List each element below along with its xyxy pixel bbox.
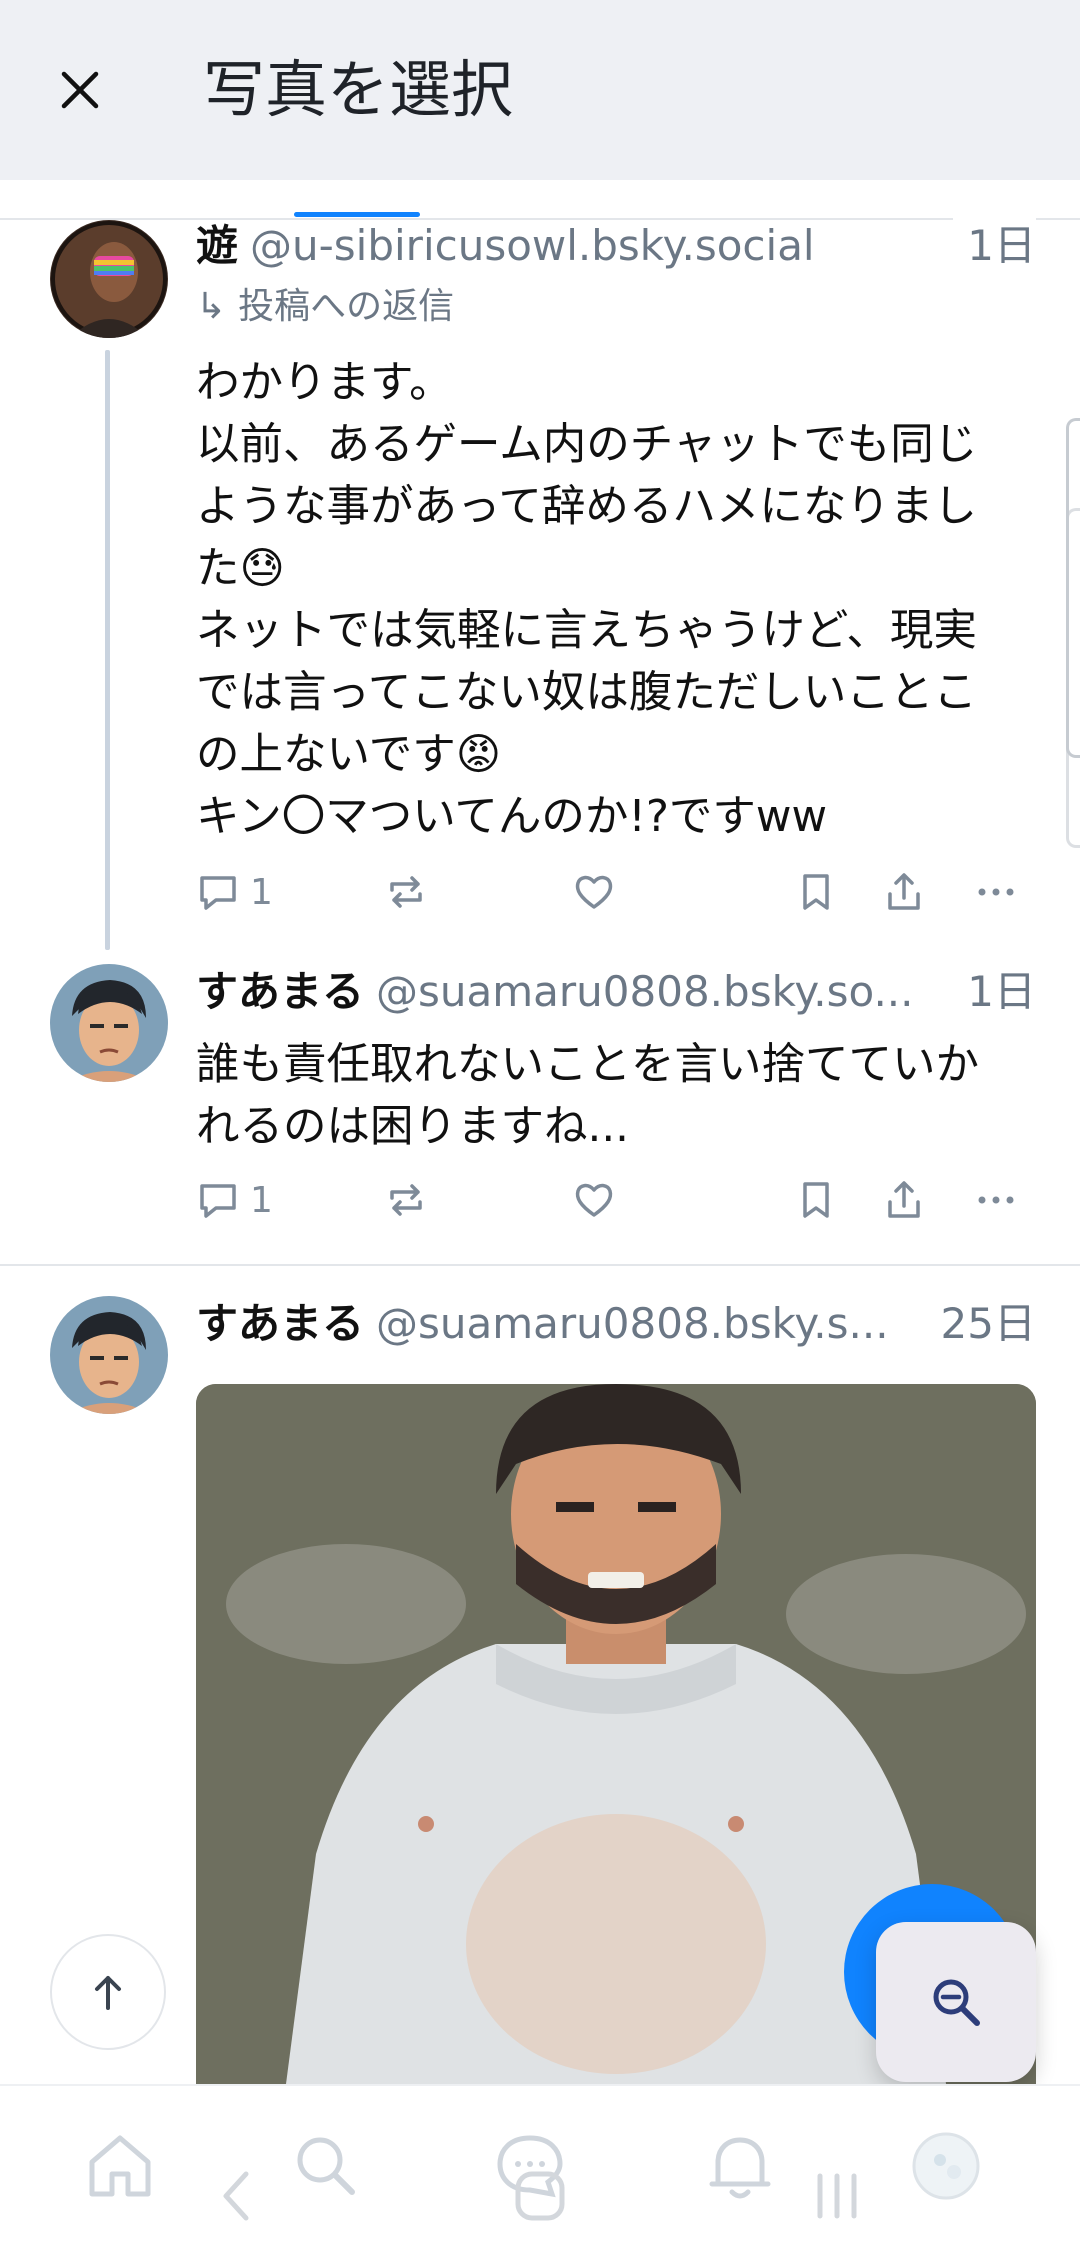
zoom-out-button[interactable] xyxy=(876,1922,1036,2082)
nav-search[interactable] xyxy=(286,2126,366,2206)
post-header: すあまる @suamaru0808.bsky.so... 1日 xyxy=(196,962,1036,1022)
bookmark-icon xyxy=(803,1182,829,1218)
bell-icon xyxy=(709,2137,771,2199)
text-line: た😓 xyxy=(196,544,285,594)
author-handle[interactable]: @u-sibiricusowl.bsky.social xyxy=(250,221,815,270)
heart-icon xyxy=(575,875,613,909)
repost-button[interactable] xyxy=(384,860,428,924)
post-time[interactable]: 1日 xyxy=(953,962,1036,1022)
repost-icon xyxy=(390,876,422,908)
share-icon xyxy=(888,873,920,910)
author-handle[interactable]: @suamaru0808.bsky.so... xyxy=(376,967,914,1016)
nav-notifications[interactable] xyxy=(700,2126,780,2206)
home-pill-icon xyxy=(515,2171,565,2221)
avatar[interactable] xyxy=(50,1296,168,1414)
share-button[interactable] xyxy=(882,1168,926,1232)
system-home-button[interactable] xyxy=(510,2166,570,2226)
system-recents-button[interactable] xyxy=(812,2170,862,2222)
more-icon xyxy=(978,1196,1014,1204)
nav-home[interactable] xyxy=(80,2126,160,2206)
bookmark-icon xyxy=(803,874,829,910)
post-text: わかります。 以前、あるゲーム内のチャットでも同じ ような事があって辞めるハメに… xyxy=(196,352,1036,848)
page-title: 写真を選択 xyxy=(203,53,514,126)
like-button[interactable] xyxy=(572,1168,616,1232)
nav-profile[interactable] xyxy=(906,2126,986,2206)
bookmark-button[interactable] xyxy=(794,860,838,924)
text-line: ネットでは気軽に言えちゃうけど、現実 xyxy=(196,606,977,656)
thread-line xyxy=(105,350,110,950)
profile-avatar xyxy=(912,2132,980,2200)
reply-icon xyxy=(200,1184,236,1218)
close-icon xyxy=(61,71,99,109)
reply-button[interactable]: 1 xyxy=(196,1168,273,1232)
close-button[interactable] xyxy=(40,50,120,130)
post-actions: 1 xyxy=(196,1168,1036,1232)
top-bar: 写真を選択 xyxy=(0,0,1080,180)
author-name[interactable]: 遊 xyxy=(196,221,238,270)
post-text: 誰も責任取れないことを言い捨てていか れるのは困りますね... xyxy=(196,1034,1036,1158)
repost-icon xyxy=(390,1184,422,1216)
author-name[interactable]: すあまる xyxy=(196,967,364,1016)
post-header: 遊 @u-sibiricusowl.bsky.social 1日 xyxy=(196,216,1036,276)
system-back-button[interactable] xyxy=(220,2168,252,2224)
author-name[interactable]: すあまる xyxy=(196,1299,364,1348)
arrow-up-icon xyxy=(95,1976,121,2010)
text-line: 以前、あるゲーム内のチャットでも同じ xyxy=(196,420,978,470)
search-icon xyxy=(297,2137,355,2195)
reply-arrow-icon: ↳ xyxy=(196,286,227,327)
reply-indicator[interactable]: ↳ 投稿への返信 xyxy=(196,282,454,332)
post-time[interactable]: 25日 xyxy=(926,1294,1036,1354)
zoom-out-icon xyxy=(933,1979,980,2026)
text-line: れるのは困りますね... xyxy=(196,1102,629,1152)
share-button[interactable] xyxy=(882,860,926,924)
text-line: キン〇マついてんのか!?ですww xyxy=(196,792,828,842)
home-icon xyxy=(89,2135,151,2197)
reply-button[interactable]: 1 xyxy=(196,860,273,924)
edge-panel-handle[interactable] xyxy=(1066,508,1080,848)
reply-count: 1 xyxy=(250,1179,273,1221)
more-icon xyxy=(978,888,1014,896)
share-icon xyxy=(888,1181,920,1218)
text-line: ような事があって辞めるハメになりまし xyxy=(196,482,977,532)
text-line: 誰も責任取れないことを言い捨てていか xyxy=(196,1040,979,1090)
scroll-to-top-button[interactable] xyxy=(50,1934,166,2050)
reply-to-label: 投稿への返信 xyxy=(238,286,455,327)
more-button[interactable] xyxy=(974,1168,1018,1232)
avatar[interactable] xyxy=(50,964,168,1082)
reply-icon xyxy=(200,876,236,910)
bottom-nav xyxy=(0,2084,1080,2260)
post-actions: 1 xyxy=(196,860,1036,924)
reply-count: 1 xyxy=(250,871,273,913)
post-header: すあまる @suamaru0808.bsky.s... 25日 xyxy=(196,1294,1036,1354)
repost-button[interactable] xyxy=(384,1168,428,1232)
text-line: では言ってこない奴は腹ただしいことこ xyxy=(196,668,977,718)
heart-icon xyxy=(575,1183,613,1217)
divider xyxy=(0,1264,1080,1266)
post-time[interactable]: 1日 xyxy=(953,216,1036,276)
text-line: わかります。 xyxy=(196,358,453,408)
bookmark-button[interactable] xyxy=(794,1168,838,1232)
author-handle[interactable]: @suamaru0808.bsky.s... xyxy=(376,1299,889,1348)
more-button[interactable] xyxy=(974,860,1018,924)
avatar[interactable] xyxy=(50,220,168,338)
back-chevron-icon xyxy=(223,2171,249,2221)
like-button[interactable] xyxy=(572,860,616,924)
recents-icon xyxy=(817,2173,857,2219)
text-line: の上ないです😡 xyxy=(196,730,502,780)
